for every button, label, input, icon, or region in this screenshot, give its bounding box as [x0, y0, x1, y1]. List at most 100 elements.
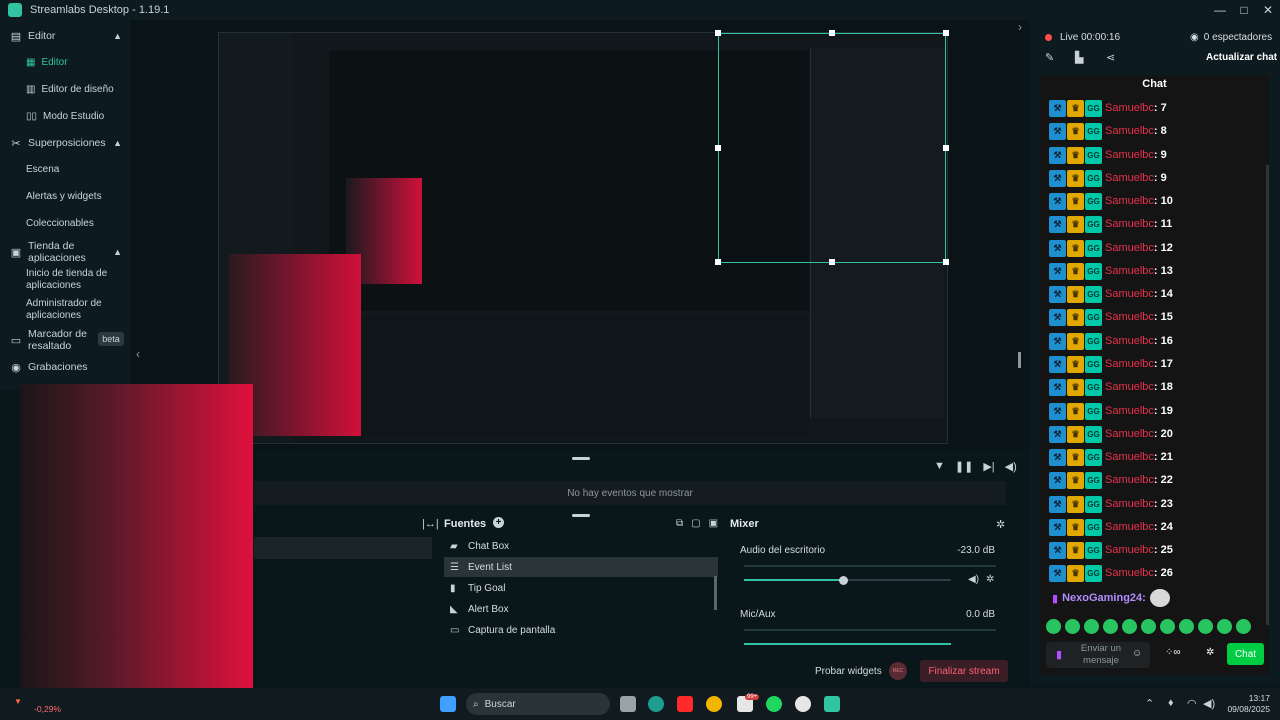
- source-box-icon[interactable]: ▣: [709, 518, 718, 529]
- nav-item-studio-mode[interactable]: ▯▯ Modo Estudio: [26, 111, 104, 123]
- minimize-icon[interactable]: —: [1208, 0, 1232, 20]
- chat-message: ⚒ ♛ GG Samuelbc: 25: [1049, 541, 1173, 559]
- dashboard-icon[interactable]: ▙: [1075, 51, 1083, 64]
- whatsapp-icon[interactable]: [795, 696, 811, 712]
- chat-scrollbar[interactable]: [1266, 165, 1269, 625]
- maximize-icon[interactable]: □: [1232, 0, 1256, 20]
- nav-item-store-home[interactable]: Inicio de tienda de aplicaciones: [26, 268, 126, 292]
- source-item[interactable]: ▮ Tip Goal: [444, 578, 718, 598]
- chat-text: : 23: [1153, 498, 1173, 510]
- gg-badge-icon: GG: [1085, 378, 1102, 396]
- selection-box[interactable]: [718, 33, 946, 263]
- taskbar-search[interactable]: ⌕ Buscar: [466, 693, 610, 715]
- crown-badge-icon: ♛: [1067, 239, 1084, 257]
- speaker-icon[interactable]: ◀): [1203, 697, 1215, 710]
- mixer-settings-icon[interactable]: ✲: [996, 518, 1005, 531]
- pause-icon[interactable]: ❚❚: [955, 460, 973, 473]
- resize-handle[interactable]: [829, 259, 835, 265]
- emoji-icon[interactable]: ☺: [1132, 648, 1142, 659]
- chat-text: : 7: [1153, 102, 1167, 114]
- resize-handle[interactable]: [715, 30, 721, 36]
- source-item[interactable]: ▭ Captura de pantalla: [444, 620, 718, 640]
- nav-item-label: Modo Estudio: [43, 111, 105, 122]
- nav-group-app-store[interactable]: ▣ Tienda de aplicaciones ▲: [0, 239, 130, 265]
- resize-handle[interactable]: [943, 259, 949, 265]
- source-item[interactable]: ◣ Alert Box: [444, 599, 718, 619]
- crown-badge-icon: ♛: [1067, 215, 1084, 233]
- sources-scrollbar[interactable]: [714, 576, 717, 610]
- wrench-icon: ✂: [11, 137, 21, 150]
- test-widgets-button[interactable]: Probar widgets: [815, 666, 882, 677]
- collapse-right-icon[interactable]: ›: [1018, 20, 1022, 34]
- volume-icon[interactable]: ◀): [1005, 460, 1017, 473]
- filter-icon[interactable]: ▼: [934, 460, 945, 473]
- resize-handle[interactable]: [943, 30, 949, 36]
- mic-tray-icon[interactable]: ♦: [1168, 697, 1174, 709]
- edit-icon[interactable]: ✎: [1045, 51, 1054, 64]
- end-stream-button[interactable]: Finalizar stream: [920, 660, 1008, 682]
- chat-input[interactable]: ▮ Enviar un mensaje ☺: [1046, 642, 1150, 668]
- rec-button[interactable]: REC: [889, 662, 907, 680]
- nav-item-collectibles[interactable]: Coleccionables: [26, 218, 94, 230]
- resize-handle[interactable]: [943, 145, 949, 151]
- skip-icon[interactable]: ▶|: [983, 460, 994, 473]
- sources-toolbar: ⧉ ▢ ▣: [676, 518, 718, 529]
- add-source-icon[interactable]: +: [493, 517, 504, 528]
- taskbar-clock[interactable]: 13:17 09/08/2025: [1224, 693, 1270, 715]
- chat-username: Samuelbc: [1105, 428, 1154, 440]
- resize-handle[interactable]: [1018, 352, 1021, 368]
- points-icon[interactable]: ⁘∞: [1165, 647, 1181, 658]
- events-empty-text: No hay eventos que mostrar: [567, 487, 693, 499]
- chat-settings-icon[interactable]: ✲: [1206, 647, 1214, 658]
- volume-slider-knob[interactable]: [839, 576, 848, 585]
- nav-group-editor[interactable]: ▤ Editor ▲: [0, 30, 130, 43]
- spotify-icon[interactable]: [766, 696, 782, 712]
- windows-start-icon[interactable]: [440, 696, 456, 712]
- nav-item-app-manager[interactable]: Administrador de aplicaciones: [26, 298, 126, 322]
- tray-chevron-icon[interactable]: ⌃: [1145, 697, 1154, 710]
- wifi-icon[interactable]: ◠: [1187, 697, 1197, 710]
- source-item[interactable]: ▰ Chat Box: [444, 536, 718, 556]
- chat-username: Samuelbc: [1105, 218, 1154, 230]
- eye-icon: ◉: [1190, 32, 1199, 43]
- streamlabs-taskbar-icon[interactable]: [824, 696, 840, 712]
- nav-item-alerts-widgets[interactable]: Alertas y widgets: [26, 191, 102, 203]
- close-icon[interactable]: ✕: [1256, 0, 1280, 20]
- mute-icon[interactable]: ◀): [968, 574, 979, 585]
- task-view-icon[interactable]: [620, 696, 636, 712]
- gg-badge-icon: GG: [1085, 495, 1102, 513]
- source-folder-icon[interactable]: ▢: [691, 518, 700, 529]
- resize-handle[interactable]: [829, 30, 835, 36]
- chat-text: : 12: [1153, 242, 1173, 254]
- source-group-icon[interactable]: ⧉: [676, 518, 683, 529]
- gg-badge-icon: GG: [1085, 355, 1102, 373]
- panel-splitter[interactable]: [572, 457, 590, 460]
- refresh-chat-button[interactable]: Actualizar chat: [1206, 52, 1277, 63]
- chrome-icon[interactable]: [706, 696, 722, 712]
- resize-handle[interactable]: [715, 145, 721, 151]
- resize-handle[interactable]: [715, 259, 721, 265]
- scene-transition-icon[interactable]: |↔|: [422, 518, 439, 530]
- chat-username: Samuelbc: [1105, 405, 1154, 417]
- crown-badge-icon: ♛: [1067, 471, 1084, 489]
- emote-icon: [1084, 619, 1099, 634]
- nav-item-label: Marcador de resaltado: [28, 328, 87, 352]
- panel-splitter[interactable]: [572, 514, 590, 517]
- nav-item-recordings[interactable]: ◉ Grabaciones: [0, 361, 130, 374]
- nav-item-layout-editor[interactable]: ▥ Editor de diseño: [26, 84, 114, 96]
- scene-item-selected[interactable]: [254, 537, 432, 559]
- source-item-selected[interactable]: ☰ Event List: [444, 557, 718, 577]
- collapse-left-icon[interactable]: ‹: [136, 347, 140, 361]
- chat-text: : 15: [1153, 311, 1173, 323]
- chat-message: ▮ NexoGaming24:: [1052, 589, 1170, 607]
- edge-icon[interactable]: [648, 696, 664, 712]
- channel-settings-icon[interactable]: ✲: [986, 574, 994, 585]
- chat-send-button[interactable]: Chat: [1227, 643, 1264, 665]
- mic-icon: ▮: [1056, 649, 1063, 661]
- nav-group-overlays[interactable]: ✂ Superposiciones ▲: [0, 137, 130, 150]
- crown-badge-icon: ♛: [1067, 448, 1084, 466]
- youtube-icon[interactable]: [677, 696, 693, 712]
- nav-item-scene[interactable]: Escena: [26, 164, 59, 176]
- share-icon[interactable]: ⋖: [1106, 51, 1115, 64]
- nav-item-editor[interactable]: ▦ Editor: [26, 57, 68, 69]
